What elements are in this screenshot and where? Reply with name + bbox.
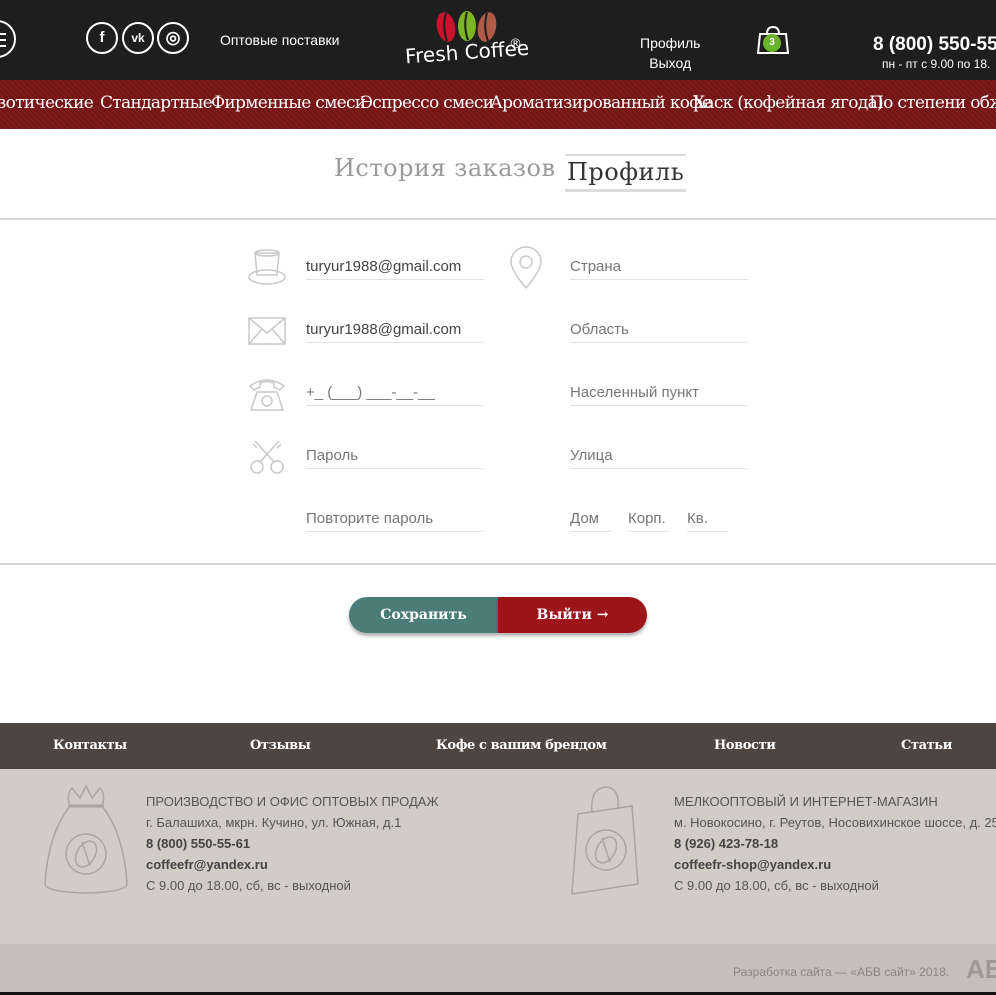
region-field[interactable]: Область: [570, 321, 748, 343]
developer-logo[interactable]: АБВ: [966, 954, 996, 985]
category-flavored-coffee[interactable]: Ароматизированный кофе: [490, 93, 712, 113]
coffee-sack-icon: [44, 784, 128, 894]
site-header: f vk ◎ Оптовые поставки Fresh Coffee ® П…: [0, 0, 996, 129]
footer-link-brand-coffee[interactable]: Кофе с вашим брендом: [436, 738, 607, 753]
phone-field[interactable]: +_ (___) ___-__-__: [306, 384, 484, 406]
footer-info: ПРОИЗВОДСТВО И ОФИС ОПТОВЫХ ПРОДАЖ г. Ба…: [0, 769, 996, 944]
location-pin-icon: [510, 246, 542, 290]
envelope-icon: [248, 317, 286, 345]
menu-icon[interactable]: [0, 20, 16, 58]
shop-phone[interactable]: 8 (926) 423-78-18: [674, 833, 996, 854]
shop-title: МЕЛКООПТОВЫЙ И ИНТЕРНЕТ-МАГАЗИН: [674, 794, 938, 809]
exit-button[interactable]: Выйти →: [498, 597, 647, 633]
shop-email[interactable]: coffeefr-shop@yandex.ru: [674, 854, 996, 875]
apartment-field[interactable]: Кв.: [687, 510, 728, 532]
footer-link-reviews[interactable]: Отзывы: [250, 738, 311, 753]
account-links: Профиль Выход: [640, 33, 700, 73]
divider: [0, 218, 996, 220]
category-standard[interactable]: Стандартные: [100, 93, 213, 113]
wholesale-link[interactable]: Оптовые поставки: [220, 32, 339, 48]
country-field[interactable]: Страна: [570, 258, 748, 280]
shop-hours: С 9.00 до 18.00, сб, вс - выходной: [674, 878, 879, 893]
logout-link[interactable]: Выход: [640, 53, 700, 73]
street-field[interactable]: Улица: [570, 447, 748, 469]
tab-order-history[interactable]: История заказов: [334, 154, 555, 182]
password-repeat-field[interactable]: Повторите пароль: [306, 510, 484, 532]
header-hours: пн - пт с 9.00 по 18.: [882, 57, 991, 71]
office-hours: С 9.00 до 18.00, сб, вс - выходной: [146, 878, 351, 893]
hat-icon: [248, 249, 286, 285]
profile-link[interactable]: Профиль: [640, 33, 700, 53]
save-button[interactable]: Сохранить: [349, 597, 498, 633]
logo[interactable]: Fresh Coffee ®: [402, 10, 532, 72]
office-contacts: ПРОИЗВОДСТВО И ОФИС ОПТОВЫХ ПРОДАЖ г. Ба…: [146, 791, 438, 896]
logo-registered: ®: [509, 37, 522, 52]
footer-link-contacts[interactable]: Контакты: [53, 738, 127, 753]
category-nav: зотические Стандартные Фирменные смеси Э…: [0, 80, 996, 129]
telephone-icon: [248, 379, 286, 411]
facebook-icon[interactable]: f: [86, 22, 118, 54]
category-husk[interactable]: Хаск (кофейная ягода): [693, 93, 884, 113]
category-espresso-blends[interactable]: Эспрессо смеси: [360, 93, 494, 113]
footer-nav: Контакты Отзывы Кофе с вашим брендом Нов…: [0, 723, 996, 769]
category-exotic[interactable]: зотические: [0, 93, 94, 113]
building-field[interactable]: Корп.: [628, 510, 669, 532]
instagram-icon[interactable]: ◎: [157, 22, 189, 54]
divider: [0, 563, 996, 565]
shop-contacts: МЕЛКООПТОВЫЙ И ИНТЕРНЕТ-МАГАЗИН м. Новок…: [674, 791, 996, 896]
category-roast-level[interactable]: По степени обжарк: [869, 93, 996, 113]
shop-address: м. Новокосино, г. Реутов, Носовихинское …: [674, 815, 996, 830]
email-field[interactable]: turyur1988@gmail.com: [306, 321, 484, 343]
office-phone[interactable]: 8 (800) 550-55-61: [146, 833, 438, 854]
footer-link-articles[interactable]: Статьи: [901, 738, 952, 753]
footer-link-news[interactable]: Новости: [714, 738, 776, 753]
house-field[interactable]: Дом: [570, 510, 611, 532]
category-signature-blends[interactable]: Фирменные смеси: [211, 93, 366, 113]
cart-count-badge: 3: [763, 34, 781, 52]
keys-icon: [250, 440, 284, 474]
office-title: ПРОИЗВОДСТВО И ОФИС ОПТОВЫХ ПРОДАЖ: [146, 794, 439, 809]
tab-profile[interactable]: Профиль: [565, 154, 687, 192]
name-field[interactable]: turyur1988@gmail.com: [306, 258, 484, 280]
office-email[interactable]: coffeefr@yandex.ru: [146, 854, 438, 875]
developer-credits[interactable]: Разработка сайта — «АБВ сайт» 2018.: [733, 965, 949, 979]
office-address: г. Балашиха, мкрн. Кучино, ул. Южная, д.…: [146, 815, 402, 830]
footer-bottom: Разработка сайта — «АБВ сайт» 2018. АБВ: [0, 944, 996, 992]
password-field[interactable]: Пароль: [306, 447, 484, 469]
top-bar: f vk ◎ Оптовые поставки Fresh Coffee ® П…: [0, 0, 996, 80]
vk-icon[interactable]: vk: [122, 22, 154, 54]
cart-button[interactable]: 3: [756, 25, 790, 54]
shopping-bag-icon: [571, 786, 639, 895]
city-field[interactable]: Населенный пункт: [570, 384, 748, 406]
header-phone[interactable]: 8 (800) 550-55-6: [873, 34, 996, 56]
